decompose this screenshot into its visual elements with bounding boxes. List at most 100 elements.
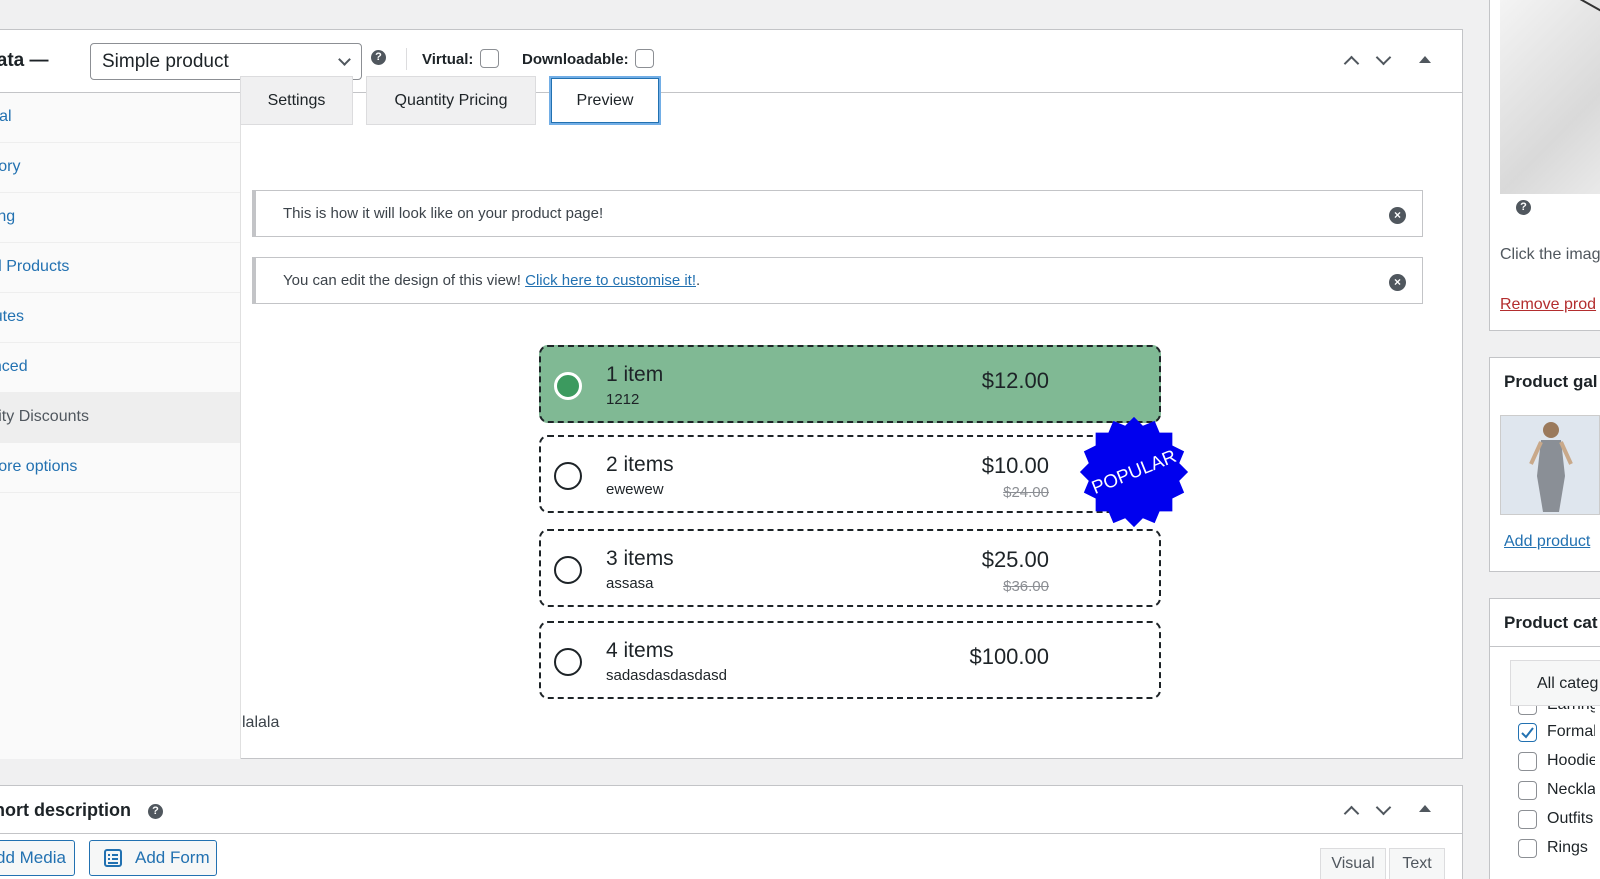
checkbox-checked[interactable] (1518, 723, 1537, 742)
checkbox[interactable] (1518, 839, 1537, 858)
panel-title: ct data — (0, 50, 49, 71)
pricing-option[interactable]: 1 item 1212 $12.00 (539, 345, 1161, 423)
divider (0, 833, 1462, 834)
panel-title-text: ct short description (0, 800, 132, 820)
option-price: $10.00 (981, 453, 1049, 478)
help-icon[interactable]: ? (148, 804, 164, 819)
checkbox[interactable] (1518, 810, 1537, 829)
collapse-icon[interactable] (1419, 56, 1431, 63)
tab-all-categories[interactable]: All categ (1510, 660, 1600, 706)
customise-link[interactable]: Click here to customise it! (525, 272, 696, 289)
tab-settings[interactable]: Settings (240, 76, 353, 125)
sidebar-item-attributes[interactable]: ributes (0, 293, 240, 343)
sidebar-item-label: antity Discounts (0, 408, 89, 425)
move-down-icon[interactable] (1375, 799, 1392, 816)
option-title: 4 items (606, 639, 674, 662)
product-type-select[interactable]: Simple product (90, 43, 362, 80)
sidebar-item-shipping[interactable]: pping (0, 193, 240, 243)
virtual-checkbox[interactable] (480, 49, 499, 68)
dismiss-icon[interactable]: × (1389, 207, 1406, 224)
category-label: Earring (1547, 706, 1595, 714)
option-title: 3 items (606, 547, 674, 570)
sidebar-item-label: ributes (0, 308, 25, 325)
option-title: 1 item (606, 363, 664, 386)
add-media-button[interactable]: dd Media (0, 840, 75, 876)
sidebar-item-quantity-discounts[interactable]: antity Discounts (0, 393, 240, 443)
add-gallery-link[interactable]: Add product (1504, 533, 1590, 551)
product-gallery-box: Product gal Add product (1489, 357, 1600, 572)
form-icon (104, 849, 122, 867)
checkbox[interactable] (1518, 706, 1537, 715)
top-strip (0, 0, 1462, 29)
move-up-icon[interactable] (1343, 805, 1360, 822)
checkmark-icon (1521, 727, 1534, 739)
divider (1490, 646, 1600, 647)
divider (406, 48, 407, 70)
add-form-button[interactable]: Add Form (89, 840, 217, 876)
box-title: Product cat (1504, 613, 1598, 632)
option-old-price: $36.00 (1003, 578, 1049, 595)
pricing-option[interactable]: 4 items sadasdasdasdasd $100.00 (539, 621, 1161, 699)
sidebar-item-label: entory (0, 158, 21, 175)
option-price: $12.00 (981, 368, 1049, 393)
image-stroke (1579, 0, 1600, 12)
option-subtitle: ewewew (606, 481, 664, 498)
radio-button[interactable] (554, 556, 582, 584)
pricing-option[interactable]: 2 items ewewew $10.00 $24.00 (539, 435, 1161, 513)
button-label: dd Media (0, 848, 66, 867)
sidebar-item-more-options[interactable]: t more options (0, 443, 240, 493)
option-price: $100.00 (969, 644, 1049, 669)
category-label: Rings (1547, 839, 1588, 856)
sidebar-item-label: ked Products (0, 258, 70, 275)
customise-notice: You can edit the design of this view! Cl… (252, 257, 1423, 304)
short-description-panel: ct short description ? dd Media Add Form… (0, 785, 1463, 879)
sidebar-item-linked-products[interactable]: ked Products (0, 243, 240, 293)
product-image[interactable] (1500, 0, 1600, 194)
option-old-price: $24.00 (1003, 484, 1049, 501)
downloadable-label: Downloadable: (522, 51, 629, 68)
dismiss-icon[interactable]: × (1389, 274, 1406, 291)
sidebar-item-advanced[interactable]: vanced (0, 343, 240, 393)
move-down-icon[interactable] (1375, 49, 1392, 66)
gallery-thumbnail[interactable] (1500, 415, 1600, 515)
product-type-value: Simple product (102, 51, 229, 72)
tab-visual[interactable]: Visual (1320, 848, 1386, 879)
option-subtitle: 1212 (606, 391, 640, 408)
notice-text: You can edit the design of this view! (283, 272, 526, 289)
image-hint: Click the imag (1500, 246, 1600, 263)
collapse-icon[interactable] (1419, 805, 1431, 812)
checkbox[interactable] (1518, 781, 1537, 800)
radio-button[interactable] (554, 462, 582, 490)
panel-title: ct short description ? (0, 800, 164, 821)
sidebar-item-label: t more options (0, 458, 78, 475)
tab-quantity-pricing[interactable]: Quantity Pricing (366, 76, 536, 125)
move-up-icon[interactable] (1343, 55, 1360, 72)
option-subtitle: sadasdasdasdasd (606, 667, 727, 684)
help-icon[interactable]: ? (1516, 200, 1531, 215)
chevron-down-icon (338, 53, 351, 66)
help-icon[interactable]: ? (371, 50, 386, 65)
product-image-box: ? Click the imag Remove prod (1489, 0, 1600, 331)
option-title: 2 items (606, 453, 674, 476)
notice-text: This is how it will look like on your pr… (283, 205, 604, 222)
radio-button[interactable] (554, 648, 582, 676)
footnote-text: lalala (242, 714, 280, 731)
sidebar-item-label: neral (0, 108, 12, 125)
sidebar-item-inventory[interactable]: entory (0, 143, 240, 193)
tab-text[interactable]: Text (1389, 848, 1445, 879)
sidebar-item-label: vanced (0, 358, 28, 375)
sidebar-item-general[interactable]: neral (0, 93, 240, 143)
notice-end: . (696, 272, 701, 289)
downloadable-checkbox[interactable] (635, 49, 654, 68)
radio-button[interactable] (554, 372, 582, 400)
tab-preview[interactable]: Preview (549, 76, 661, 125)
virtual-label: Virtual: (422, 51, 474, 68)
categories-list: Earring Formal Hoodie Neckla Outfits Rin… (1505, 706, 1595, 879)
popular-badge: POPULAR (1079, 416, 1189, 528)
pricing-option[interactable]: 3 items assasa $25.00 $36.00 (539, 529, 1161, 607)
checkbox[interactable] (1518, 752, 1537, 771)
remove-image-link[interactable]: Remove prod (1500, 296, 1596, 314)
category-label: Hoodie (1547, 752, 1595, 769)
product-data-header: ct data — Simple product ? Virtual: Down… (0, 30, 1462, 93)
info-notice: This is how it will look like on your pr… (252, 190, 1423, 237)
